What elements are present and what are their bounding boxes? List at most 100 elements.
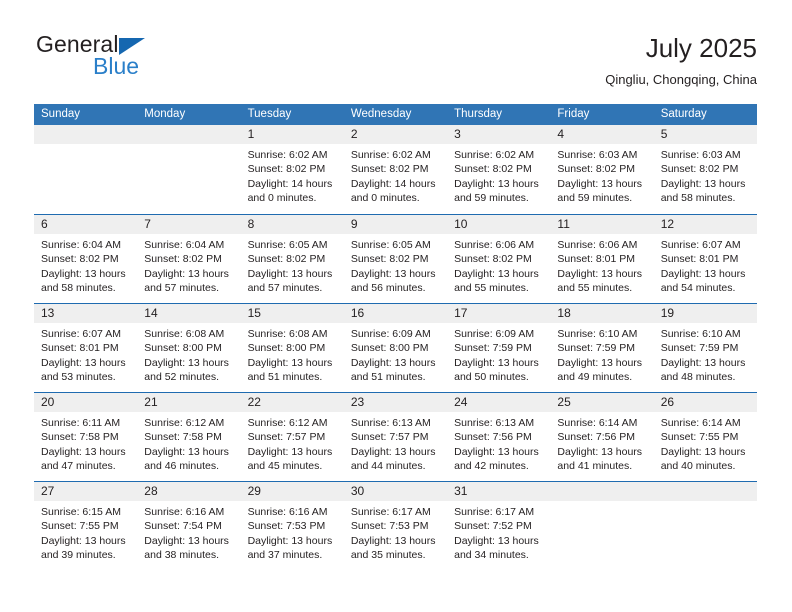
calendar-day-cell[interactable]: 4 Sunrise: 6:03 AM Sunset: 8:02 PM Daylight…: [550, 125, 654, 214]
daylight-text-line1: Daylight: 13 hours: [41, 356, 126, 369]
sunset-text: Sunset: 8:02 PM: [557, 163, 636, 176]
sunset-text: Sunset: 8:01 PM: [660, 253, 739, 266]
day-number: 7: [144, 217, 151, 231]
calendar-day-cell[interactable]: 27 Sunrise: 6:15 AM Sunset: 7:55 PM Dayligh…: [34, 482, 138, 570]
day-number: 20: [41, 395, 55, 409]
sunrise-text: Sunrise: 6:09 AM: [454, 328, 535, 340]
sunset-text: Sunset: 7:56 PM: [557, 431, 636, 444]
daylight-text-line2: and 47 minutes.: [41, 460, 116, 473]
sunrise-text: Sunrise: 6:03 AM: [557, 149, 638, 161]
calendar-day-cell[interactable]: 25 Sunrise: 6:14 AM Sunset: 7:56 PM Dayligh…: [550, 393, 654, 481]
day-number: 9: [350, 217, 358, 231]
calendar-day-cell[interactable]: 23 Sunrise: 6:13 AM Sunset: 7:57 PM Dayligh…: [343, 393, 448, 481]
day-number: 18: [557, 306, 571, 320]
calendar-day-cell[interactable]: 18 Sunrise: 6:10 AM Sunset: 7:59 PM Dayligh…: [550, 304, 654, 392]
sunrise-text: Sunrise: 6:08 AM: [247, 328, 328, 340]
sunset-text: Sunset: 8:02 PM: [454, 253, 532, 266]
day-number-band: 28: [137, 482, 241, 501]
calendar-day-cell[interactable]: 9 Sunrise: 6:05 AM Sunset: 8:02 PM Daylight…: [343, 215, 448, 303]
location-subtitle: Qingliu, Chongqing, China: [605, 72, 757, 87]
sunrise-text: Sunrise: 6:03 AM: [660, 149, 741, 161]
weekday-header-monday: Monday: [144, 108, 186, 120]
day-number: 4: [557, 127, 565, 141]
day-number: 8: [247, 217, 255, 231]
day-details: Sunrise: 6:12 AM Sunset: 7:57 PM Daylight:…: [241, 412, 344, 474]
daylight-text-line2: and 35 minutes.: [350, 549, 426, 562]
daylight-text-line1: Daylight: 13 hours: [247, 445, 333, 458]
calendar-day-cell[interactable]: 21 Sunrise: 6:12 AM Sunset: 7:58 PM Dayligh…: [137, 393, 241, 481]
calendar-day-cell[interactable]: 26 Sunrise: 6:14 AM Sunset: 7:55 PM Dayligh…: [653, 393, 757, 481]
general-blue-logo[interactable]: General Blue: [35, 32, 295, 88]
day-number-band: 9: [343, 215, 448, 234]
sunset-text: Sunset: 7:58 PM: [144, 431, 222, 444]
day-number: 15: [247, 306, 261, 320]
sunset-text: Sunset: 8:02 PM: [350, 163, 429, 176]
sunset-text: Sunset: 7:53 PM: [350, 520, 429, 533]
day-number: 29: [247, 484, 261, 498]
calendar-day-cell[interactable]: 16 Sunrise: 6:09 AM Sunset: 8:00 PM Dayligh…: [343, 304, 448, 392]
sunrise-text: Sunrise: 6:14 AM: [557, 417, 638, 429]
daylight-text-line2: and 52 minutes.: [144, 371, 219, 384]
day-number-band: 25: [550, 393, 654, 412]
day-number-band: 3: [447, 125, 551, 144]
calendar-day-cell[interactable]: 2 Sunrise: 6:02 AM Sunset: 8:02 PM Daylight…: [343, 125, 448, 214]
day-details: Sunrise: 6:02 AM Sunset: 8:02 PM Daylight:…: [447, 144, 550, 206]
daylight-text-line1: Daylight: 13 hours: [247, 267, 333, 280]
sunset-text: Sunset: 7:54 PM: [144, 520, 222, 533]
weekday-header-row: Sunday Monday Tuesday Wednesday Thursday…: [34, 104, 757, 125]
sunrise-text: Sunrise: 6:17 AM: [350, 506, 431, 518]
sunrise-text: Sunrise: 6:04 AM: [144, 239, 225, 251]
calendar-table: Sunday Monday Tuesday Wednesday Thursday…: [34, 104, 757, 570]
day-number-band: 6: [34, 215, 138, 234]
day-number: 28: [144, 484, 158, 498]
sunrise-text: Sunrise: 6:16 AM: [144, 506, 225, 518]
day-number: 1: [247, 127, 255, 141]
sunrise-text: Sunrise: 6:05 AM: [350, 239, 431, 251]
sunset-text: Sunset: 7:56 PM: [454, 431, 532, 444]
day-number-band: 29: [240, 482, 344, 501]
calendar-day-cell[interactable]: 28 Sunrise: 6:16 AM Sunset: 7:54 PM Dayligh…: [137, 482, 241, 570]
calendar-day-cell[interactable]: 30 Sunrise: 6:17 AM Sunset: 7:53 PM Dayligh…: [343, 482, 448, 570]
day-details: Sunrise: 6:13 AM Sunset: 7:57 PM Daylight:…: [344, 412, 447, 474]
calendar-day-cell[interactable]: 24 Sunrise: 6:13 AM Sunset: 7:56 PM Dayligh…: [447, 393, 551, 481]
calendar-day-cell[interactable]: 1 Sunrise: 6:02 AM Sunset: 8:02 PM Daylight…: [240, 125, 344, 214]
day-number-band: 15: [240, 304, 344, 323]
daylight-text-line1: Daylight: 13 hours: [454, 177, 539, 190]
day-details: Sunrise: 6:08 AM Sunset: 8:00 PM Daylight:…: [241, 323, 344, 385]
calendar-day-cell[interactable]: 29 Sunrise: 6:16 AM Sunset: 7:53 PM Dayligh…: [240, 482, 344, 570]
calendar-day-cell[interactable]: 8 Sunrise: 6:05 AM Sunset: 8:02 PM Daylight…: [240, 215, 344, 303]
calendar-day-cell[interactable]: 15 Sunrise: 6:08 AM Sunset: 8:00 PM Dayligh…: [240, 304, 344, 392]
daylight-text-line2: and 59 minutes.: [557, 192, 633, 205]
sunrise-text: Sunrise: 6:02 AM: [247, 149, 328, 161]
daylight-text-line1: Daylight: 13 hours: [557, 445, 643, 458]
calendar-day-cell[interactable]: 7 Sunrise: 6:04 AM Sunset: 8:02 PM Daylight…: [137, 215, 241, 303]
day-number-band: [137, 125, 241, 144]
day-number-band: 7: [137, 215, 241, 234]
calendar-day-cell[interactable]: 17 Sunrise: 6:09 AM Sunset: 7:59 PM Dayligh…: [447, 304, 551, 392]
calendar-day-cell[interactable]: 5 Sunrise: 6:03 AM Sunset: 8:02 PM Daylight…: [653, 125, 757, 214]
sunrise-text: Sunrise: 6:11 AM: [41, 417, 121, 429]
daylight-text-line1: Daylight: 13 hours: [557, 267, 643, 280]
daylight-text-line1: Daylight: 13 hours: [41, 534, 126, 547]
sunrise-text: Sunrise: 6:10 AM: [660, 328, 741, 340]
calendar-day-cell[interactable]: 6 Sunrise: 6:04 AM Sunset: 8:02 PM Daylight…: [34, 215, 138, 303]
calendar-day-cell[interactable]: 11 Sunrise: 6:06 AM Sunset: 8:01 PM Dayligh…: [550, 215, 654, 303]
calendar-day-cell[interactable]: 31 Sunrise: 6:17 AM Sunset: 7:52 PM Dayligh…: [447, 482, 551, 570]
calendar-day-cell[interactable]: 12 Sunrise: 6:07 AM Sunset: 8:01 PM Dayligh…: [653, 215, 757, 303]
sunset-text: Sunset: 8:00 PM: [350, 342, 429, 355]
calendar-day-cell[interactable]: 20 Sunrise: 6:11 AM Sunset: 7:58 PM Dayligh…: [34, 393, 138, 481]
sunset-text: Sunset: 7:55 PM: [41, 520, 119, 533]
sunrise-text: Sunrise: 6:05 AM: [247, 239, 328, 251]
calendar-day-cell[interactable]: 10 Sunrise: 6:06 AM Sunset: 8:02 PM Dayligh…: [447, 215, 551, 303]
calendar-day-cell[interactable]: 14 Sunrise: 6:08 AM Sunset: 8:00 PM Dayligh…: [137, 304, 241, 392]
day-number: 30: [350, 484, 365, 498]
calendar-week-row: 13 Sunrise: 6:07 AM Sunset: 8:01 PM Dayligh…: [34, 303, 757, 392]
weekday-header-thursday: Thursday: [454, 108, 503, 120]
calendar-day-cell[interactable]: 13 Sunrise: 6:07 AM Sunset: 8:01 PM Dayligh…: [34, 304, 138, 392]
calendar-day-cell[interactable]: 22 Sunrise: 6:12 AM Sunset: 7:57 PM Dayligh…: [240, 393, 344, 481]
day-number-band: [653, 482, 757, 501]
calendar-day-cell[interactable]: 19 Sunrise: 6:10 AM Sunset: 7:59 PM Dayligh…: [653, 304, 757, 392]
day-number-band: 11: [550, 215, 654, 234]
daylight-text-line2: and 37 minutes.: [247, 549, 323, 562]
calendar-day-cell[interactable]: 3 Sunrise: 6:02 AM Sunset: 8:02 PM Daylight…: [447, 125, 551, 214]
